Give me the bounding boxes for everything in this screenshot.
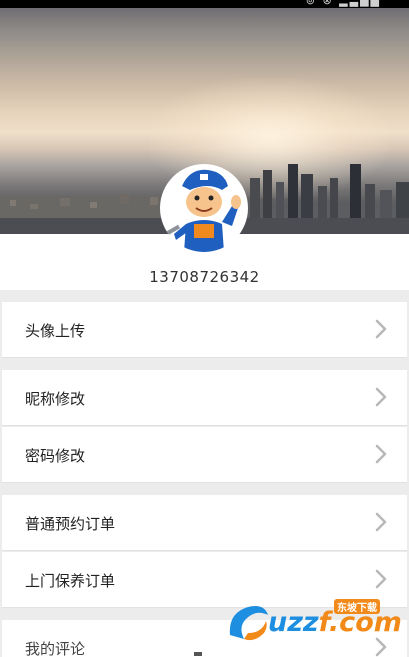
menu-item-password-edit[interactable]: 密码修改 xyxy=(2,427,407,483)
menu-item-nickname-edit[interactable]: 昵称修改 xyxy=(2,370,407,426)
chevron-right-icon xyxy=(375,319,387,339)
menu-item-label: 昵称修改 xyxy=(25,390,86,408)
menu-item-label: 上门保养订单 xyxy=(25,572,116,590)
status-bar: ⊚ ⊗ ▂▃▅▇ xyxy=(0,0,409,8)
menu-item-label: 头像上传 xyxy=(25,322,86,340)
chevron-right-icon xyxy=(375,444,387,464)
mechanic-mascot-icon xyxy=(165,169,241,252)
watermark-brand: uzzf.com xyxy=(268,607,402,638)
menu-item-avatar-upload[interactable]: 头像上传 xyxy=(2,302,407,358)
watermark-logo-icon xyxy=(229,606,268,641)
brand-suffix: f.com xyxy=(318,607,402,638)
chevron-right-icon xyxy=(375,387,387,407)
status-icons: ⊚ ⊗ ▂▃▅▇ xyxy=(305,0,381,7)
menu-item-label: 我的评论 xyxy=(25,640,86,657)
menu-item-label: 密码修改 xyxy=(25,447,86,465)
profile-screen: ⊚ ⊗ ▂▃▅▇ 13708726342 头像上传 昵称修改 密码修改 普通预约… xyxy=(0,0,409,657)
bottom-indicator xyxy=(194,652,202,656)
menu-item-label: 普通预约订单 xyxy=(25,515,116,533)
brand-prefix: uzz xyxy=(268,607,319,638)
avatar[interactable] xyxy=(160,164,248,252)
menu-item-regular-orders[interactable]: 普通预约订单 xyxy=(2,495,407,551)
phone-number: 13708726342 xyxy=(149,268,260,286)
site-watermark: 东坡下载 uzzf.com xyxy=(224,593,409,657)
chevron-right-icon xyxy=(375,512,387,532)
chevron-right-icon xyxy=(375,569,387,589)
